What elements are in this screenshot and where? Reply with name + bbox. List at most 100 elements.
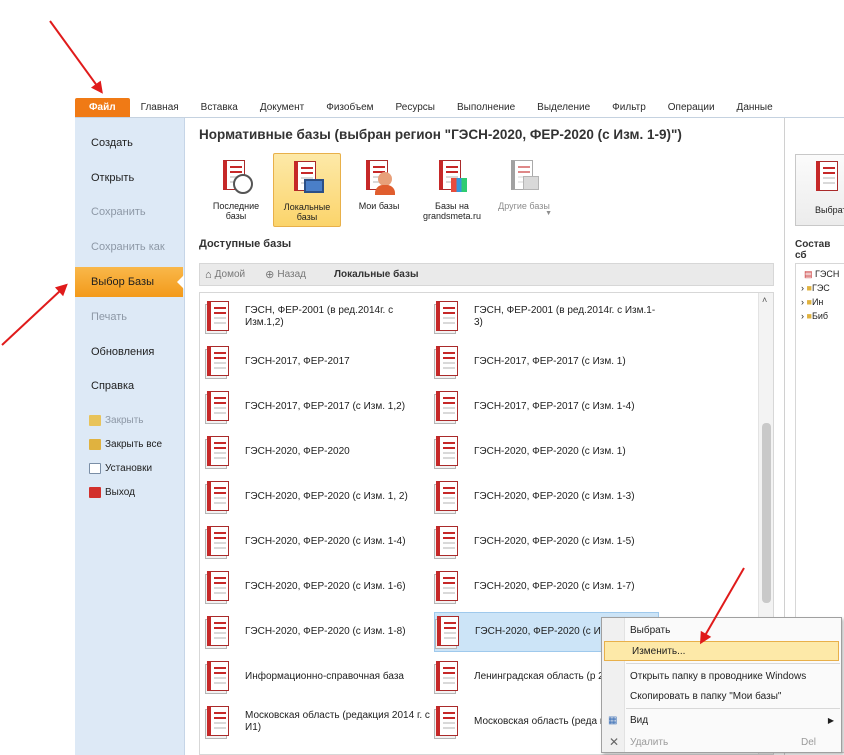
base-label: Московская область (редакция 2014 г. с И… [245,710,430,733]
menu-print[interactable]: Печать [75,302,185,332]
tree-item[interactable]: › ■ГЭС [801,283,830,293]
expand-icon[interactable]: › [801,283,804,293]
tab-file[interactable]: Файл [75,98,130,117]
home-link[interactable]: Домой [215,269,245,280]
base-label: ГЭСН-2020, ФЕР-2020 (с Изм. 1) [474,446,626,457]
base-book-icon [205,434,231,470]
expand-icon[interactable]: › [801,311,804,321]
base-book-icon [434,704,460,740]
base-book-icon [434,299,460,335]
base-book-icon [205,659,231,695]
expand-icon[interactable]: › [801,297,804,307]
current-location: Локальные базы [334,269,419,280]
other-bases-button[interactable]: Другие базы ▼ [490,153,558,227]
my-bases-icon [362,158,396,198]
tab-volume[interactable]: Физобъем [315,98,384,117]
base-list-item[interactable]: ГЭСН-2020, ФЕР-2020 (с Изм. 1) [434,432,659,472]
tab-resources[interactable]: Ресурсы [385,98,446,117]
base-list-item[interactable]: ГЭСН-2017, ФЕР-2017 [205,342,430,382]
base-list-item[interactable]: ГЭСН, ФЕР-2001 (в ред.2014г. с Изм.1-3) [434,297,659,337]
base-list-item[interactable]: ГЭСН-2020, ФЕР-2020 [205,432,430,472]
base-book-icon [434,389,460,425]
ctx-separator [626,663,840,664]
base-list-item[interactable]: ГЭСН-2017, ФЕР-2017 (с Изм. 1,2) [205,387,430,427]
ctx-delete[interactable]: ✕ Удалить Del [603,732,840,752]
menu-save[interactable]: Сохранить [75,197,185,227]
base-label: ГЭСН-2017, ФЕР-2017 (с Изм. 1,2) [245,401,406,412]
scroll-up-icon[interactable]: ˄ [762,295,767,305]
base-list-item[interactable]: ГЭСН-2017, ФЕР-2017 (с Изм. 1-4) [434,387,659,427]
menu-close-all[interactable]: Закрыть все [89,435,162,453]
base-book-icon [434,569,460,605]
local-bases-button[interactable]: Локальные базы [273,153,341,227]
tab-filter[interactable]: Фильтр [601,98,657,117]
recent-bases-button[interactable]: Последние базы [202,153,270,227]
folder-close-all-icon [89,438,101,450]
tree-item[interactable]: › ■Биб [801,311,828,321]
base-book-icon [205,344,231,380]
menu-help[interactable]: Справка [75,371,185,401]
back-arrow-icon[interactable]: ⊕ [265,268,274,281]
menu-updates[interactable]: Обновления [75,337,185,367]
home-icon[interactable]: ⌂ [205,269,212,281]
base-list-item[interactable]: ГЭСН-2020, ФЕР-2020 (с Изм. 1, 2) [205,477,430,517]
exit-icon [89,486,101,498]
tab-selection[interactable]: Выделение [526,98,601,117]
ctx-open-folder[interactable]: Открыть папку в проводнике Windows [603,666,840,686]
select-big-button[interactable]: Выбрать [795,154,844,226]
menu-create[interactable]: Создать [75,128,185,158]
base-book-icon [205,614,231,650]
base-label: ГЭСН-2020, ФЕР-2020 (с Из [475,626,606,637]
tree-item[interactable]: ▤ ГЭСН [804,269,839,280]
tree-item[interactable]: › ■Ин [801,297,823,307]
base-label: ГЭСН-2020, ФЕР-2020 (с Изм. 1-4) [245,536,406,547]
submenu-arrow-icon: ▶ [827,715,834,725]
base-label: ГЭСН-2020, ФЕР-2020 (с Изм. 1-7) [474,581,635,592]
base-list-item[interactable]: ГЭСН, ФЕР-2001 (в ред.2014г. с Изм.1,2) [205,297,430,337]
scrollbar-thumb[interactable] [762,423,771,603]
back-link[interactable]: Назад [277,269,306,280]
base-label: ГЭСН, ФЕР-2001 (в ред.2014г. с Изм.1,2) [245,305,394,328]
menu-open[interactable]: Открыть [75,163,185,193]
base-list-item[interactable]: ГЭСН-2020, ФЕР-2020 (с Изм. 1-3) [434,477,659,517]
tab-home[interactable]: Главная [130,98,190,117]
ctx-edit[interactable]: Изменить... [604,641,839,661]
base-list-item[interactable]: Московская область (редакция 2014 г. с И… [205,702,430,742]
select-base-icon [816,161,838,191]
tab-operations[interactable]: Операции [657,98,726,117]
base-list-item[interactable]: ГЭСН-2017, ФЕР-2017 (с Изм. 1) [434,342,659,382]
base-list-item[interactable]: ГЭСН-2020, ФЕР-2020 (с Изм. 1-5) [434,522,659,562]
ctx-copy-to-my-bases[interactable]: Скопировать в папку "Мои базы" [603,686,840,706]
ctx-select[interactable]: Выбрать [603,620,840,640]
menu-exit[interactable]: Выход [89,483,135,501]
base-list-item[interactable]: ГЭСН-2020, ФЕР-2020 (с Изм. 1-7) [434,567,659,607]
online-bases-button[interactable]: Базы на grandsmeta.ru [418,153,486,227]
backstage-menu: Создать Открыть Сохранить Сохранить как … [75,118,185,755]
menu-settings[interactable]: Установки [89,459,152,477]
tab-execution[interactable]: Выполнение [446,98,526,117]
base-label: ГЭСН-2020, ФЕР-2020 (с Изм. 1-3) [474,491,635,502]
menu-close[interactable]: Закрыть [89,411,144,429]
base-book-icon [205,524,231,560]
base-list-item[interactable]: ГЭСН-2020, ФЕР-2020 (с Изм. 1-8) [205,612,430,652]
breadcrumb: ⌂ Домой ⊕ Назад Локальные базы [199,263,774,286]
base-label: ГЭСН-2020, ФЕР-2020 (с Изм. 1, 2) [245,491,408,502]
tab-insert[interactable]: Вставка [190,98,249,117]
menu-save-as[interactable]: Сохранить как [75,232,185,262]
base-book-icon [434,434,460,470]
base-label: ГЭСН-2020, ФЕР-2020 (с Изм. 1-6) [245,581,406,592]
menu-select-base[interactable]: Выбор Базы [75,267,184,297]
context-menu: Выбрать Изменить... Открыть папку в пров… [601,617,842,753]
ctx-view[interactable]: ▦ Вид ▶ [603,710,840,730]
my-bases-button[interactable]: Мои базы [345,153,413,227]
tab-document[interactable]: Документ [249,98,315,117]
composition-header: Состав сб [795,239,831,261]
base-list-item[interactable]: Информационно-справочная база [205,657,430,697]
base-list-item[interactable]: ГЭСН-2020, ФЕР-2020 (с Изм. 1-4) [205,522,430,562]
tab-data[interactable]: Данные [726,98,784,117]
available-bases-header: Доступные базы [199,238,292,250]
base-book-icon [435,614,461,650]
local-bases-icon [290,159,324,199]
base-list-item[interactable]: ГЭСН-2020, ФЕР-2020 (с Изм. 1-6) [205,567,430,607]
ribbon-tab-bar: Файл Главная Вставка Документ Физобъем Р… [75,98,844,118]
